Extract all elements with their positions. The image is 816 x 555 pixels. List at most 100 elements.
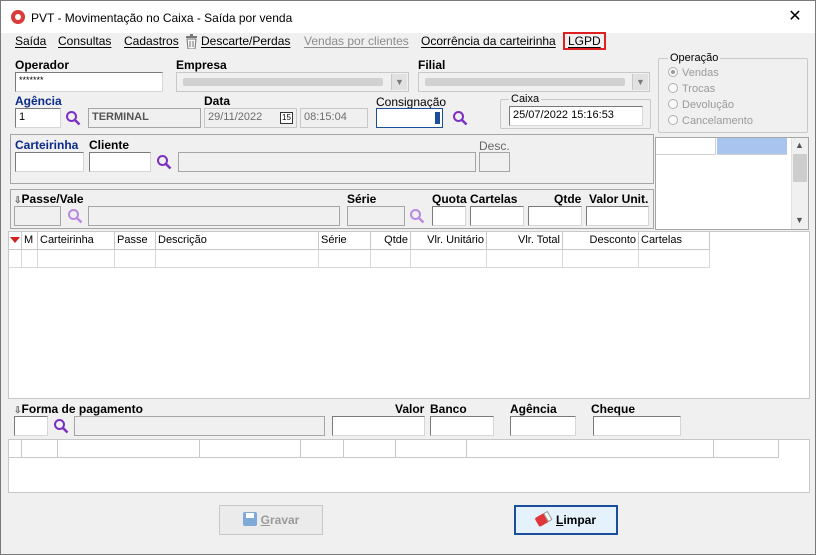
consignacao-field[interactable] xyxy=(376,108,443,128)
items-grid[interactable]: M Carteirinha Passe Descrição Série Qtde… xyxy=(8,231,810,399)
search-icon[interactable] xyxy=(65,110,81,126)
limpar-button[interactable]: Limpar xyxy=(514,505,618,535)
grid-cell[interactable] xyxy=(639,250,710,268)
operador-label: Operador xyxy=(15,58,70,72)
menu-descarte-perdas[interactable]: Descarte/Perdas xyxy=(201,34,290,48)
forma-pagamento-label: ⇩Forma de pagamento xyxy=(14,402,143,416)
col-header-serie[interactable]: Série xyxy=(319,232,371,250)
search-icon[interactable] xyxy=(53,418,69,434)
cliente-code-field[interactable] xyxy=(89,152,151,172)
forma-pagamento-code-field[interactable] xyxy=(14,416,48,436)
quota-field[interactable] xyxy=(432,206,466,226)
pin-icon: ⇩ xyxy=(14,405,22,415)
col-header-carteirinha[interactable]: Carteirinha xyxy=(38,232,115,250)
desc-field xyxy=(479,152,510,172)
menu-lgpd[interactable]: LGPD xyxy=(563,32,606,50)
side-list[interactable]: ▲ ▼ xyxy=(655,137,809,230)
empresa-combo[interactable]: ▼ xyxy=(176,72,409,92)
grid-header-cell[interactable] xyxy=(200,440,301,458)
serie-label: Série xyxy=(347,192,377,206)
col-header-cartelas[interactable]: Cartelas xyxy=(639,232,710,250)
grid-cell[interactable] xyxy=(371,250,411,268)
grid-cell[interactable] xyxy=(563,250,639,268)
quota-label: Quota xyxy=(432,192,467,206)
grid-cell[interactable] xyxy=(9,250,22,268)
side-list-header-cell xyxy=(656,138,716,155)
banco-field[interactable] xyxy=(430,416,494,436)
search-icon[interactable] xyxy=(156,154,172,170)
grid-header-cell[interactable] xyxy=(344,440,396,458)
menu-ocorrencia-carteirinha[interactable]: Ocorrência da carteirinha xyxy=(421,34,556,48)
agencia-pagamento-field[interactable] xyxy=(510,416,576,436)
valor-unit-label: Valor Unit. xyxy=(589,192,649,206)
close-button[interactable]: ✕ xyxy=(783,7,807,27)
scroll-thumb[interactable] xyxy=(793,154,807,182)
col-header-desconto[interactable]: Desconto xyxy=(563,232,639,250)
cheque-field[interactable] xyxy=(593,416,681,436)
grid-cell[interactable] xyxy=(319,250,371,268)
grid-header-cell[interactable] xyxy=(467,440,714,458)
col-header-vlr-total[interactable]: Vlr. Total xyxy=(487,232,563,250)
agencia-label: Agência xyxy=(15,94,62,108)
floppy-disk-icon xyxy=(242,512,257,526)
qtde-field[interactable] xyxy=(528,206,582,226)
col-header-descricao[interactable]: Descrição xyxy=(156,232,319,250)
payments-grid[interactable] xyxy=(8,439,810,493)
radio-vendas[interactable]: Vendas xyxy=(668,67,719,79)
menu-vendas-por-clientes[interactable]: Vendas por clientes xyxy=(304,34,409,48)
operacao-label: Operação xyxy=(668,52,721,64)
radio-devolucao[interactable]: Devolução xyxy=(668,99,734,111)
search-icon[interactable] xyxy=(409,208,425,224)
gravar-button[interactable]: Gravar xyxy=(219,505,323,535)
grid-header-cell[interactable] xyxy=(9,440,22,458)
col-header-vlr-unitario[interactable]: Vlr. Unitário xyxy=(411,232,487,250)
radio-trocas[interactable]: Trocas xyxy=(668,83,715,95)
grid-cell[interactable] xyxy=(38,250,115,268)
cliente-name-field xyxy=(178,152,476,172)
grid-header-cell[interactable] xyxy=(714,440,779,458)
col-header-m[interactable]: M xyxy=(22,232,38,250)
calendar-icon[interactable]: 15 xyxy=(280,112,293,124)
sort-indicator-cell[interactable] xyxy=(9,232,22,250)
search-icon[interactable] xyxy=(67,208,83,224)
banco-label: Banco xyxy=(430,402,467,416)
grid-cell[interactable] xyxy=(115,250,156,268)
agencia-pagamento-label: Agência xyxy=(510,402,557,416)
agencia-field[interactable]: 1 xyxy=(15,108,61,128)
data-field[interactable]: 29/11/2022 15 xyxy=(204,108,297,128)
grid-cell[interactable] xyxy=(22,250,38,268)
carteirinha-field[interactable] xyxy=(15,152,84,172)
valor-unit-field[interactable] xyxy=(586,206,649,226)
grid-header-cell[interactable] xyxy=(58,440,200,458)
menu-consultas[interactable]: Consultas xyxy=(58,34,111,48)
chevron-up-icon[interactable]: ▲ xyxy=(795,140,804,150)
caixa-label: Caixa xyxy=(509,93,542,105)
menu-saida[interactable]: Saída xyxy=(15,34,46,48)
cartelas-label: Cartelas xyxy=(470,192,518,206)
serie-field[interactable] xyxy=(347,206,405,226)
empresa-label: Empresa xyxy=(176,58,227,72)
col-header-qtde[interactable]: Qtde xyxy=(371,232,411,250)
grid-header-cell[interactable] xyxy=(22,440,58,458)
menu-cadastros[interactable]: Cadastros xyxy=(124,34,179,48)
operador-field[interactable]: ******* xyxy=(15,72,163,92)
radio-cancelamento[interactable]: Cancelamento xyxy=(668,115,753,127)
col-header-passe[interactable]: Passe xyxy=(115,232,156,250)
valor-field[interactable] xyxy=(332,416,425,436)
forma-pagamento-desc-field xyxy=(74,416,325,436)
chevron-down-icon[interactable]: ▼ xyxy=(795,215,804,225)
grid-cell[interactable] xyxy=(156,250,319,268)
grid-cell[interactable] xyxy=(411,250,487,268)
grid-header-cell[interactable] xyxy=(301,440,344,458)
grid-cell[interactable] xyxy=(487,250,563,268)
side-list-scrollbar[interactable]: ▲ ▼ xyxy=(791,138,808,229)
cartelas-field[interactable] xyxy=(470,206,524,226)
app-logo-icon xyxy=(11,10,25,24)
filial-combo[interactable]: ▼ xyxy=(418,72,650,92)
cheque-label: Cheque xyxy=(591,402,636,416)
grid-header-cell[interactable] xyxy=(396,440,467,458)
passe-code-field[interactable] xyxy=(14,206,61,226)
search-icon[interactable] xyxy=(452,110,468,126)
hora-field: 08:15:04 xyxy=(300,108,368,128)
side-list-selected-cell[interactable] xyxy=(717,138,787,155)
